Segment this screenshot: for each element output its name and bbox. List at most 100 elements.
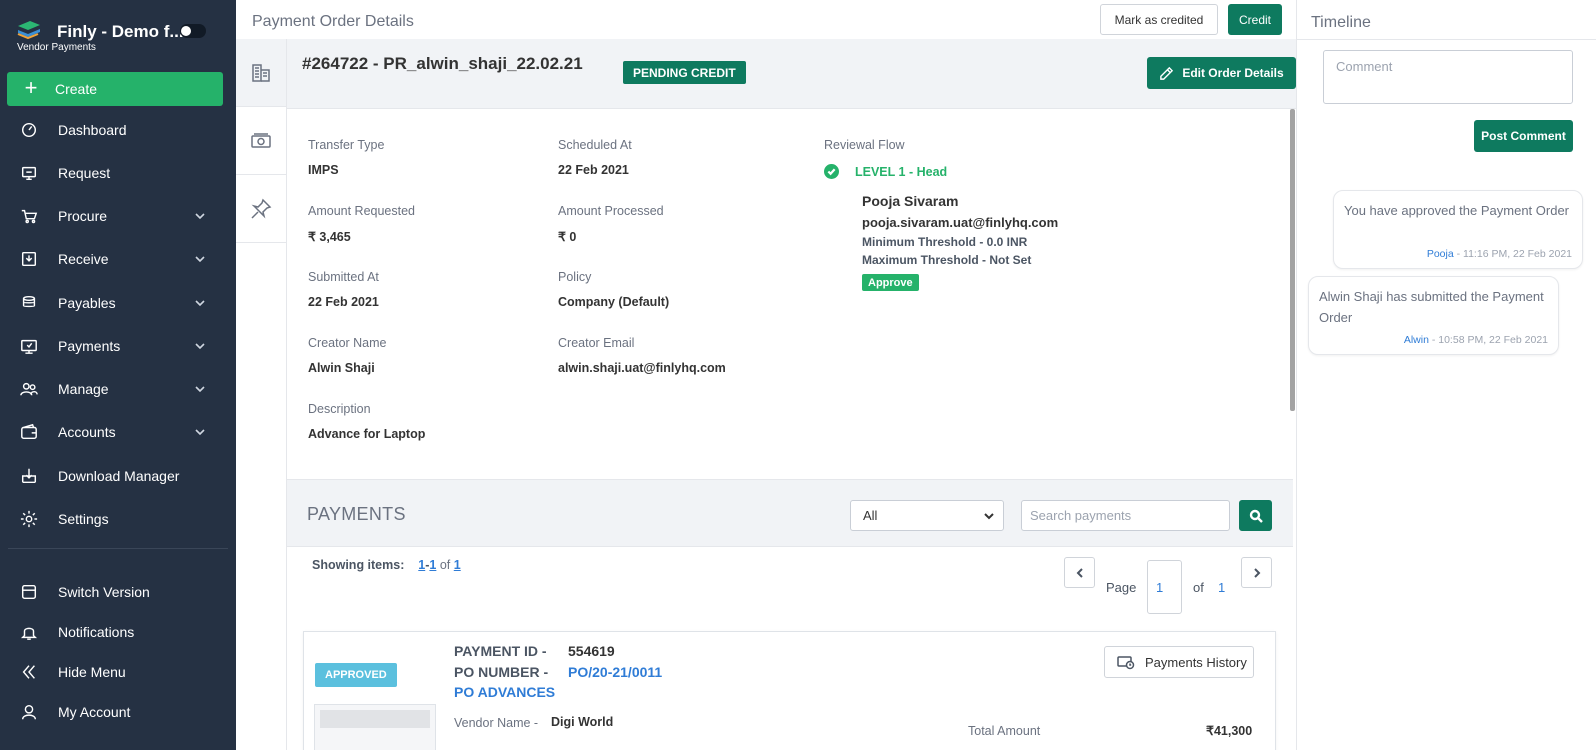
timeline-entry-meta: Pooja - 11:16 PM, 22 Feb 2021 xyxy=(1427,248,1572,260)
user-icon xyxy=(0,703,58,721)
tab-pinned[interactable] xyxy=(236,175,286,243)
timeline-entry-time: - 11:16 PM, 22 Feb 2021 xyxy=(1453,248,1572,260)
review-level-text: LEVEL 1 - Head xyxy=(855,164,948,179)
status-badge: PENDING CREDIT xyxy=(623,61,746,84)
chevron-down-icon xyxy=(194,339,208,353)
pencil-icon xyxy=(1160,66,1174,80)
sidebar-item-label: Notifications xyxy=(58,624,135,640)
accounts-icon xyxy=(0,423,58,441)
creator-name-value: Alwin Shaji xyxy=(308,361,375,375)
payment-card[interactable]: APPROVED PAYMENT ID - 554619 PO NUMBER -… xyxy=(303,631,1276,750)
timeline-entry-author[interactable]: Alwin xyxy=(1404,334,1429,346)
sidebar: Finly - Demo f... Vendor Payments + Crea… xyxy=(0,0,236,750)
sidebar-item-procure[interactable]: Procure xyxy=(0,201,236,231)
timeline-entry-author[interactable]: Pooja xyxy=(1427,248,1454,260)
showing-range-start[interactable]: 1 xyxy=(418,558,425,572)
description-value: Advance for Laptop xyxy=(308,427,426,441)
po-number-link[interactable]: PO/20-21/0011 xyxy=(568,664,662,680)
post-comment-button[interactable]: Post Comment xyxy=(1474,120,1573,152)
approve-badge: Approve xyxy=(862,274,919,291)
timeline-entry-message: You have approved the Payment Order xyxy=(1344,203,1569,218)
brand[interactable]: Finly - Demo f... Vendor Payments xyxy=(14,18,229,58)
theme-toggle[interactable] xyxy=(180,24,206,38)
details-scrollbar[interactable] xyxy=(1290,109,1295,411)
timeline-entry: Alwin Shaji has submitted the Payment Or… xyxy=(1308,276,1559,355)
sidebar-item-settings[interactable]: Settings xyxy=(0,504,236,534)
amount-requested-value: ₹ 3,465 xyxy=(308,230,351,244)
showing-range-end[interactable]: 1 xyxy=(429,558,436,572)
app-root: Finly - Demo f... Vendor Payments + Crea… xyxy=(0,0,1596,750)
dashboard-icon xyxy=(0,121,58,139)
sidebar-item-label: Settings xyxy=(58,511,109,527)
payments-search-input[interactable] xyxy=(1021,500,1230,531)
sidebar-item-receive[interactable]: Receive xyxy=(0,244,236,274)
prev-page-button[interactable] xyxy=(1064,557,1095,588)
double-chevron-left-icon xyxy=(0,663,58,681)
sidebar-item-switch-version[interactable]: Switch Version xyxy=(0,577,236,607)
sidebar-item-label: Switch Version xyxy=(58,584,150,600)
po-type: PO ADVANCES xyxy=(454,684,556,700)
sidebar-item-notifications[interactable]: Notifications xyxy=(0,617,236,647)
payments-title: PAYMENTS xyxy=(307,504,406,524)
payments-filter-select[interactable]: All xyxy=(850,500,1004,531)
sidebar-item-label: Payables xyxy=(58,295,116,311)
edit-order-details-button[interactable]: Edit Order Details xyxy=(1147,57,1296,89)
mark-as-credited-button[interactable]: Mark as credited xyxy=(1100,4,1218,35)
payments-search-button[interactable] xyxy=(1239,500,1272,531)
tab-details[interactable] xyxy=(236,39,286,107)
sidebar-item-download-manager[interactable]: Download Manager xyxy=(0,461,236,491)
brand-title: Finly - Demo f... xyxy=(57,22,184,41)
procure-icon xyxy=(0,207,58,225)
timeline-entry-time: - 10:58 PM, 22 Feb 2021 xyxy=(1428,334,1548,346)
chevron-down-icon xyxy=(983,510,995,522)
finly-logo-icon xyxy=(17,21,40,40)
sidebar-item-label: Download Manager xyxy=(58,468,180,484)
request-icon xyxy=(0,164,58,182)
timeline-panel: Timeline Post Comment You have approved … xyxy=(1296,0,1596,750)
scheduled-at-label: Scheduled At xyxy=(558,138,632,152)
bell-icon xyxy=(0,623,58,641)
sidebar-item-accounts[interactable]: Accounts xyxy=(0,417,236,447)
tab-payments[interactable] xyxy=(236,107,286,175)
create-label: Create xyxy=(55,81,98,97)
brand-subtitle: Vendor Payments xyxy=(17,42,96,53)
chevron-down-icon xyxy=(194,296,208,310)
payments-history-button[interactable]: Payments History xyxy=(1104,646,1254,678)
description-label: Description xyxy=(308,402,371,416)
payables-icon xyxy=(0,294,58,312)
create-button[interactable]: + Create xyxy=(7,72,223,106)
sidebar-item-manage[interactable]: Manage xyxy=(0,374,236,404)
total-amount-label: Total Amount xyxy=(968,724,1041,738)
credit-button[interactable]: Credit xyxy=(1228,4,1282,35)
next-page-button[interactable] xyxy=(1241,557,1272,588)
sidebar-item-my-account[interactable]: My Account xyxy=(0,697,236,727)
timeline-entry-meta: Alwin - 10:58 PM, 22 Feb 2021 xyxy=(1404,334,1548,346)
sidebar-item-payments[interactable]: Payments xyxy=(0,331,236,361)
timeline-entry: You have approved the Payment Order Pooj… xyxy=(1333,190,1583,269)
showing-items: Showing items: 1-1 of 1 xyxy=(312,558,461,572)
payment-history-icon xyxy=(1117,656,1135,670)
download-manager-icon xyxy=(0,467,58,485)
amount-processed-label: Amount Processed xyxy=(558,204,664,218)
approver-email: pooja.sivaram.uat@finlyhq.com xyxy=(862,215,1059,230)
sidebar-item-payables[interactable]: Payables xyxy=(0,288,236,318)
sidebar-item-request[interactable]: Request xyxy=(0,158,236,188)
page-number-input[interactable]: 1 xyxy=(1147,560,1182,614)
page-title: Payment Order Details xyxy=(252,13,414,30)
sidebar-item-hide-menu[interactable]: Hide Menu xyxy=(0,657,236,687)
reviewal-flow-label: Reviewal Flow xyxy=(824,138,905,152)
sidebar-item-label: Procure xyxy=(58,208,108,224)
maximum-threshold: Maximum Threshold - Not Set xyxy=(862,253,1032,267)
order-id: #264722 - PR_alwin_shaji_22.02.21 xyxy=(302,54,583,73)
sidebar-item-dashboard[interactable]: Dashboard xyxy=(0,115,236,145)
transfer-type-value: IMPS xyxy=(308,163,339,177)
attachment-thumbnail[interactable] xyxy=(314,704,436,750)
search-icon xyxy=(1249,509,1263,523)
submitted-at-label: Submitted At xyxy=(308,270,379,284)
comment-input[interactable] xyxy=(1323,50,1573,104)
policy-value: Company (Default) xyxy=(558,295,670,309)
payments-history-label: Payments History xyxy=(1145,654,1247,670)
chevron-down-icon xyxy=(194,425,208,439)
showing-total[interactable]: 1 xyxy=(454,558,461,572)
creator-name-label: Creator Name xyxy=(308,336,387,350)
